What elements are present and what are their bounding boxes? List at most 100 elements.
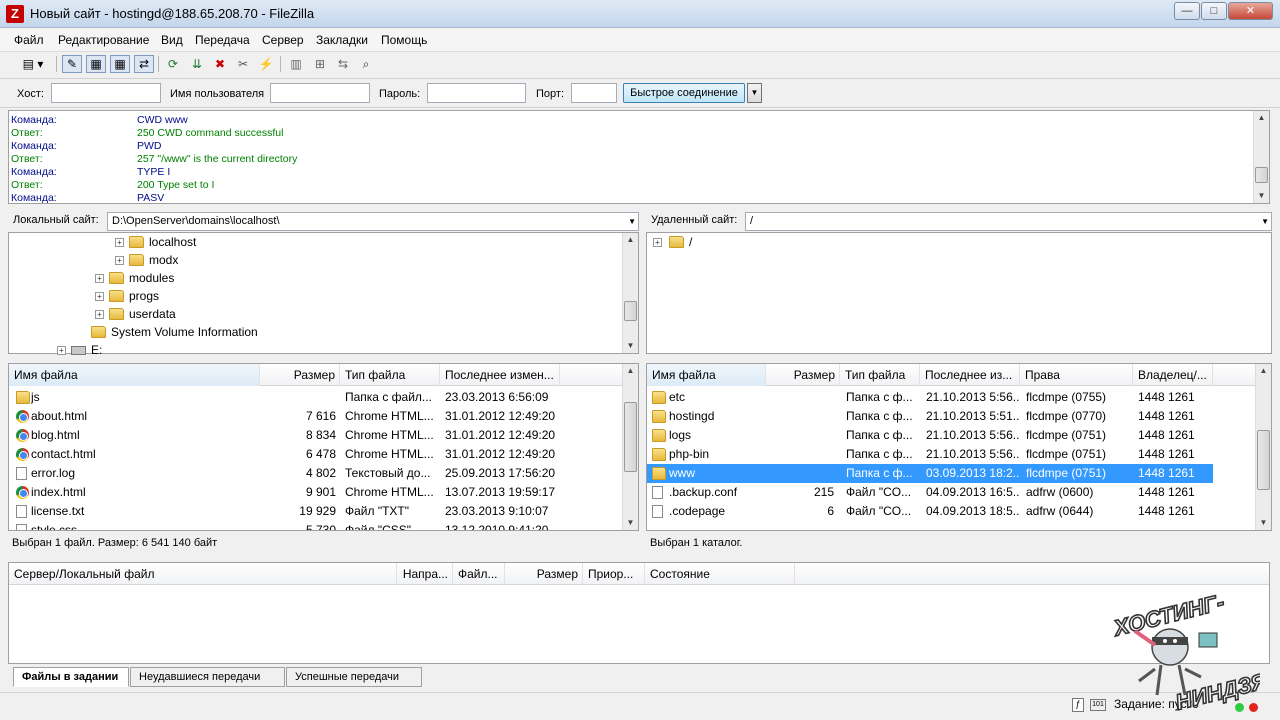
column-header-type[interactable]: Тип файла: [840, 364, 920, 386]
menu-view[interactable]: Вид: [161, 33, 183, 47]
file-row[interactable]: logs Папка с ф... 21.10.2013 5:56... flcdmp…: [647, 426, 1213, 445]
local-file-list[interactable]: Имя файла Размер Тип файла Последнее изм…: [8, 363, 639, 531]
file-row[interactable]: index.html 9 901 Chrome HTML... 13.07.2013 …: [9, 483, 623, 502]
tree-item[interactable]: + modules: [9, 269, 609, 287]
remote-file-list[interactable]: Имя файла Размер Тип файла Последнее из.…: [646, 363, 1272, 531]
remote-directory-tree[interactable]: + /: [646, 232, 1272, 354]
menu-edit[interactable]: Редактирование: [58, 33, 149, 47]
tree-item[interactable]: + modx: [9, 251, 609, 269]
file-row[interactable]: license.txt 19 929 Файл "TXT" 23.03.2013 9:…: [9, 502, 623, 521]
menu-transfer[interactable]: Передача: [195, 33, 250, 47]
toggle-queue-icon[interactable]: ⇄: [134, 55, 154, 73]
directory-listing-filter-icon[interactable]: ▥: [286, 55, 306, 73]
expand-icon[interactable]: +: [95, 292, 104, 301]
file-row[interactable]: .backup.conf 215 Файл "CO... 04.09.2013 16:…: [647, 483, 1213, 502]
file-type-cell: Chrome HTML...: [345, 409, 434, 423]
chrome-html-file-icon: [16, 486, 29, 499]
quickconnect-button[interactable]: Быстрое соединение: [623, 83, 745, 103]
tree-item-label: progs: [129, 289, 160, 303]
expand-icon[interactable]: +: [57, 346, 66, 355]
file-row[interactable]: error.log 4 802 Текстовый до... 25.09.2013 …: [9, 464, 623, 483]
tree-item[interactable]: + E:: [9, 341, 609, 359]
toggle-log-icon[interactable]: ✎: [62, 55, 82, 73]
tab-queued-files[interactable]: Файлы в задании: [13, 667, 129, 687]
file-row[interactable]: hostingd Папка с ф... 21.10.2013 5:51... fl…: [647, 407, 1213, 426]
tree-item[interactable]: System Volume Information: [9, 323, 609, 341]
local-list-scrollbar[interactable]: ▲ ▼: [622, 364, 638, 530]
expand-icon[interactable]: +: [95, 310, 104, 319]
toggle-remote-tree-icon[interactable]: ▦: [110, 55, 130, 73]
host-label: Хост:: [17, 88, 44, 100]
column-header-permissions[interactable]: Права: [1020, 364, 1133, 386]
tree-item[interactable]: + progs: [9, 287, 609, 305]
local-tree-scrollbar[interactable]: ▲ ▼: [622, 233, 638, 353]
column-header-name[interactable]: Имя файла: [647, 364, 766, 386]
username-input[interactable]: [270, 83, 370, 103]
file-row[interactable]: style.css 5 730 Файл "CSS" 13.12.2010 9:41:…: [9, 521, 623, 530]
transfer-queue[interactable]: Сервер/Локальный файл Напра... Файл... Р…: [8, 562, 1270, 664]
log-scrollbar[interactable]: ▲ ▼: [1253, 111, 1269, 203]
file-row[interactable]: php-bin Папка с ф... 21.10.2013 5:56... flc…: [647, 445, 1213, 464]
expand-icon[interactable]: +: [115, 256, 124, 265]
file-row[interactable]: about.html 7 616 Chrome HTML... 31.01.2012 …: [9, 407, 623, 426]
menu-bookmarks[interactable]: Закладки: [316, 33, 368, 47]
tab-successful-transfers[interactable]: Успешные передачи: [286, 667, 422, 687]
tree-item[interactable]: + /: [647, 233, 1247, 251]
chevron-down-icon[interactable]: ▼: [628, 213, 636, 230]
toggle-local-tree-icon[interactable]: ▦: [86, 55, 106, 73]
refresh-icon[interactable]: ⟳: [163, 55, 183, 73]
menu-file[interactable]: Файл: [14, 33, 44, 47]
file-row[interactable]: contact.html 6 478 Chrome HTML... 31.01.201…: [9, 445, 623, 464]
column-header-direction[interactable]: Напра...: [397, 563, 453, 585]
search-icon[interactable]: ⌕: [356, 55, 376, 73]
tree-item[interactable]: + localhost: [9, 233, 609, 251]
chevron-down-icon[interactable]: ▼: [1261, 213, 1269, 230]
process-queue-icon[interactable]: ⇊: [187, 55, 207, 73]
column-header-remote-file[interactable]: Файл...: [453, 563, 505, 585]
column-header-size[interactable]: Размер: [766, 364, 840, 386]
message-log[interactable]: Команда: CWD www Ответ: 250 CWD command suc…: [8, 110, 1270, 204]
column-header-modified[interactable]: Последнее измен...: [440, 364, 560, 386]
minimize-button[interactable]: —: [1174, 2, 1200, 20]
file-row[interactable]: blog.html 8 834 Chrome HTML... 31.01.2012 1…: [9, 426, 623, 445]
password-input[interactable]: [427, 83, 526, 103]
menu-help[interactable]: Помощь: [381, 33, 427, 47]
remote-path-combo[interactable]: / ▼: [745, 212, 1272, 231]
local-directory-tree[interactable]: ▲ ▼ + localhost + modx + modules + progs + userda…: [8, 232, 639, 357]
file-type-cell: Текстовый до...: [345, 466, 431, 480]
file-row[interactable]: etc Папка с ф... 21.10.2013 5:56... flcdmpe…: [647, 388, 1213, 407]
column-header-type[interactable]: Тип файла: [340, 364, 440, 386]
tab-failed-transfers[interactable]: Неудавшиеся передачи: [130, 667, 285, 687]
disconnect-icon[interactable]: ✂: [233, 55, 253, 73]
file-row[interactable]: js Папка с файл... 23.03.2013 6:56:09: [9, 388, 623, 407]
maximize-button[interactable]: □: [1201, 2, 1227, 20]
file-name-cell: hostingd: [669, 409, 715, 423]
tree-item[interactable]: + userdata: [9, 305, 609, 323]
port-input[interactable]: [571, 83, 617, 103]
expand-icon[interactable]: +: [115, 238, 124, 247]
quickconnect-history-dropdown[interactable]: ▼: [747, 83, 762, 103]
column-header-owner[interactable]: Владелец/...: [1133, 364, 1213, 386]
cancel-icon[interactable]: ✖: [210, 55, 230, 73]
column-header-modified[interactable]: Последнее из...: [920, 364, 1020, 386]
column-header-status[interactable]: Состояние: [645, 563, 795, 585]
site-manager-icon[interactable]: ▤ ▾: [16, 55, 50, 73]
local-path-combo[interactable]: D:\OpenServer\domains\localhost\ ▼: [107, 212, 639, 231]
file-row[interactable]: .codepage 6 Файл "CO... 04.09.2013 18:5... a…: [647, 502, 1213, 521]
column-header-name[interactable]: Имя файла: [9, 364, 260, 386]
menu-server[interactable]: Сервер: [262, 33, 304, 47]
expand-icon[interactable]: +: [653, 238, 662, 247]
column-header-size[interactable]: Размер: [505, 563, 583, 585]
close-button[interactable]: ✕: [1228, 2, 1273, 20]
expand-icon[interactable]: +: [95, 274, 104, 283]
sync-browsing-icon[interactable]: ⇆: [333, 55, 353, 73]
host-input[interactable]: [51, 83, 161, 103]
column-header-size[interactable]: Размер: [260, 364, 340, 386]
reconnect-icon[interactable]: ⚡: [256, 55, 276, 73]
file-row[interactable]: www Папка с ф... 03.09.2013 18:2... flcdmpe…: [647, 464, 1213, 483]
column-header-server-local-file[interactable]: Сервер/Локальный файл: [9, 563, 397, 585]
compare-directories-icon[interactable]: ⊞: [310, 55, 330, 73]
file-modified-cell: 21.10.2013 5:56...: [926, 390, 1020, 404]
remote-list-scrollbar[interactable]: ▲ ▼: [1255, 364, 1271, 530]
column-header-priority[interactable]: Приор...: [583, 563, 645, 585]
